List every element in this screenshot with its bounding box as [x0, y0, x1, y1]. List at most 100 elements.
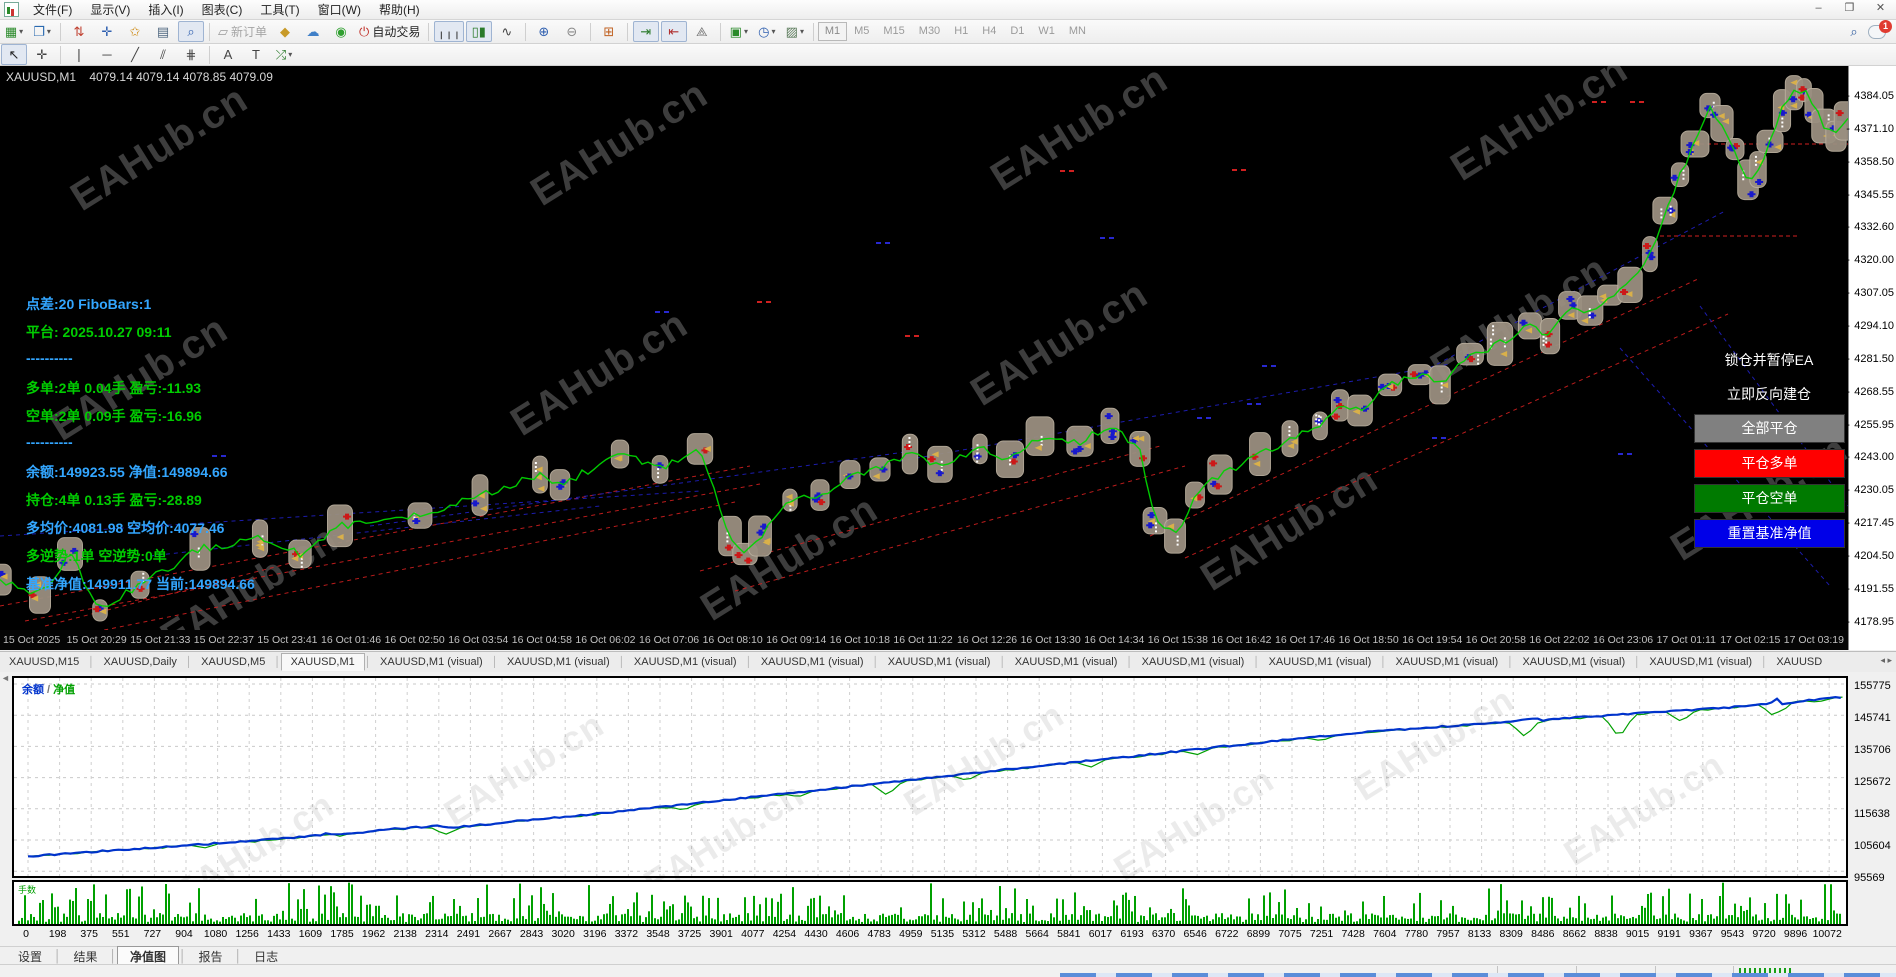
minimize-button[interactable]: –: [1803, 0, 1834, 19]
candlestick-mode-button[interactable]: ▯▮: [465, 21, 492, 42]
chart-tab-6[interactable]: XAUUSD,M1 (visual): [625, 654, 746, 670]
price-axis[interactable]: 4384.05 4371.10 4358.50 4345.55 4332.60 4320.…: [1846, 66, 1896, 650]
templates-button[interactable]: ▨ ▾: [782, 21, 808, 42]
menu-显示(V)[interactable]: 显示(V): [81, 0, 139, 19]
chart-tab-7[interactable]: XAUUSD,M1 (visual): [752, 654, 873, 670]
ea-button-2[interactable]: 平仓空单: [1694, 484, 1845, 513]
data-window-button[interactable]: ✛: [94, 21, 120, 42]
arrows-tool-button-dropdown[interactable]: ▾: [288, 50, 292, 59]
chart-profiles-button[interactable]: ❐ ▾: [29, 21, 55, 42]
tester-tab-结果[interactable]: 结果: [62, 947, 110, 966]
tester-tab-设置[interactable]: 设置: [6, 947, 54, 966]
chart-tab-13[interactable]: XAUUSD,M1 (visual): [1513, 654, 1634, 670]
menu-工具(T)[interactable]: 工具(T): [251, 0, 308, 19]
notification-badge: 1: [1879, 19, 1892, 33]
timeframe-M15[interactable]: M15: [876, 22, 911, 41]
menu-插入(I)[interactable]: 插入(I): [139, 0, 192, 19]
chart-shift-end-button[interactable]: ⟁: [689, 21, 715, 42]
chart-tab-14[interactable]: XAUUSD,M1 (visual): [1640, 654, 1761, 670]
chart-tab-8[interactable]: XAUUSD,M1 (visual): [879, 654, 1000, 670]
chart-tab-5[interactable]: XAUUSD,M1 (visual): [498, 654, 619, 670]
menu-窗口(W)[interactable]: 窗口(W): [309, 0, 370, 19]
menu-图表(C)[interactable]: 图表(C): [193, 0, 252, 19]
line-chart-mode-button[interactable]: ∿: [494, 21, 520, 42]
autotrade-button[interactable]: ⏻ 自动交易: [356, 21, 423, 42]
timeframe-M30[interactable]: M30: [912, 22, 947, 41]
signals-button[interactable]: ◉: [328, 21, 354, 42]
market-watch-button[interactable]: ⇅: [66, 21, 92, 42]
ea-button-0[interactable]: 全部平仓: [1694, 414, 1845, 443]
chart-tab-0[interactable]: XAUUSD,M15: [0, 654, 88, 670]
ea-button-1[interactable]: 平仓多单: [1694, 449, 1845, 478]
timeframe-H1[interactable]: H1: [947, 22, 975, 41]
tester-tab-报告[interactable]: 报告: [187, 947, 235, 966]
menu-帮助(H)[interactable]: 帮助(H): [370, 0, 429, 19]
ea-button-3[interactable]: 重置基准净值: [1694, 519, 1845, 548]
text-tool-button[interactable]: A: [215, 44, 241, 65]
indicators-button[interactable]: ▣ ▾: [726, 21, 752, 42]
zoom-out-button[interactable]: ⊖: [559, 21, 585, 42]
chart-tab-12[interactable]: XAUUSD,M1 (visual): [1387, 654, 1508, 670]
notifications-button[interactable]: 1: [1868, 19, 1892, 39]
timeframe-D1[interactable]: D1: [1003, 22, 1031, 41]
navigator-button[interactable]: ✩: [122, 21, 148, 42]
strategy-tester-button[interactable]: ⌕: [178, 21, 204, 42]
chart-tab-10[interactable]: XAUUSD,M1 (visual): [1133, 654, 1254, 670]
indicators-button-dropdown[interactable]: ▾: [744, 27, 748, 36]
vertical-line-tool-button[interactable]: ❘: [66, 44, 92, 65]
restore-button[interactable]: ❐: [1834, 0, 1865, 19]
chart-shift-button[interactable]: ⇤: [660, 21, 687, 42]
new-chart-button-dropdown[interactable]: ▾: [19, 27, 23, 36]
bar-chart-mode-button[interactable]: ╷╷╷: [434, 21, 464, 42]
toolbar-right-group: ⌕ 1: [1840, 19, 1892, 42]
community-button[interactable]: ☁: [300, 21, 326, 42]
channel-tool-button[interactable]: ⫽: [150, 44, 176, 65]
crosshair-tool-button[interactable]: ✛: [29, 44, 55, 65]
chart-tab-2[interactable]: XAUUSD,M5: [192, 654, 274, 670]
tab-scroll-arrows[interactable]: ◂ ▸: [1878, 655, 1894, 666]
trade-number-label: 3725: [677, 928, 702, 940]
periods-button-dropdown[interactable]: ▾: [771, 27, 775, 36]
timeframe-H4[interactable]: H4: [975, 22, 1003, 41]
cursor-tool-button[interactable]: ↖: [1, 44, 27, 65]
chart-tab-3[interactable]: XAUUSD,M1: [280, 653, 365, 671]
new-chart-button[interactable]: ▦ ▾: [1, 21, 27, 42]
auto-scroll-button[interactable]: ⇥: [632, 21, 659, 42]
arrows-tool-button[interactable]: ⤮ ▾: [271, 44, 297, 65]
toolbar-separator: [428, 22, 430, 41]
zoom-in-button[interactable]: ⊕: [531, 21, 557, 42]
trade-number-label: 3901: [709, 928, 733, 940]
terminal-button[interactable]: ▤: [150, 21, 176, 42]
trade-number-label: 9720: [1752, 928, 1776, 940]
symbol-search-button[interactable]: ⌕: [1841, 21, 1867, 42]
timeframe-MN[interactable]: MN: [1062, 22, 1093, 41]
panel-splitter-icon[interactable]: ◄: [1, 673, 10, 683]
ea-info-line-10: 基准净值:149911.77 当前:149894.66: [26, 576, 255, 592]
metaeditor-icon: ◆: [280, 23, 291, 39]
trendline-tool-button[interactable]: ╱: [122, 44, 148, 65]
chart-tab-11[interactable]: XAUUSD,M1 (visual): [1260, 654, 1381, 670]
tile-windows-button[interactable]: ⊞: [596, 21, 622, 42]
timeframe-M5[interactable]: M5: [847, 22, 876, 41]
close-button[interactable]: ✕: [1865, 0, 1896, 19]
menu-文件(F)[interactable]: 文件(F): [24, 0, 81, 19]
new-order-button[interactable]: ▱ 新订单: [215, 21, 270, 42]
chart-tab-15[interactable]: XAUUSD: [1767, 654, 1831, 670]
metaeditor-button[interactable]: ◆: [272, 21, 298, 42]
price-chart[interactable]: EAHub.cn EAHub.cn EAHub.cn EAHub.cn EAHub.cn…: [0, 66, 1848, 630]
timeframe-M1[interactable]: M1: [817, 22, 848, 41]
timeframe-W1[interactable]: W1: [1031, 22, 1062, 41]
chart-tab-1[interactable]: XAUUSD,Daily: [95, 654, 186, 670]
fibonacci-tool-button[interactable]: ⋕: [178, 44, 204, 65]
periods-button[interactable]: ◷ ▾: [754, 21, 780, 42]
templates-button-dropdown[interactable]: ▾: [800, 27, 804, 36]
chart-tab-9[interactable]: XAUUSD,M1 (visual): [1006, 654, 1127, 670]
trade-number-label: 6370: [1151, 928, 1176, 940]
time-axis[interactable]: 15 Oct 2025 15 Oct 20:29 15 Oct 21:33 15 Oc…: [0, 630, 1848, 650]
chart-profiles-button-dropdown[interactable]: ▾: [47, 27, 51, 36]
tester-tab-日志[interactable]: 日志: [242, 947, 290, 966]
chart-tab-4[interactable]: XAUUSD,M1 (visual): [371, 654, 492, 670]
text-label-tool-button[interactable]: T: [243, 44, 269, 65]
app-logo-icon: [4, 2, 19, 17]
horizontal-line-tool-button[interactable]: ─: [94, 44, 120, 65]
